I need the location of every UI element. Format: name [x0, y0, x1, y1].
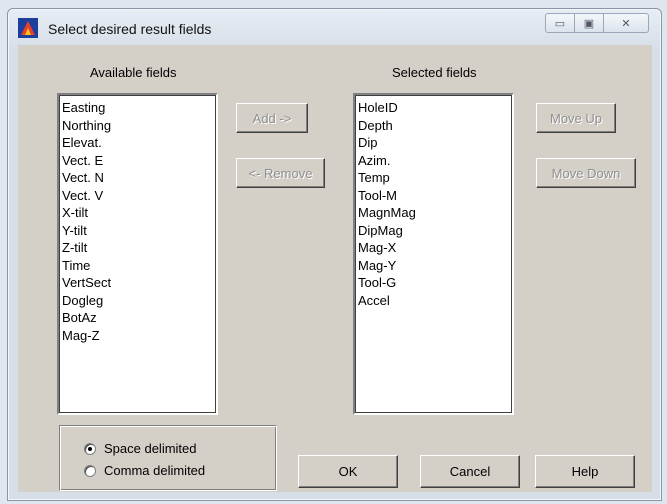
- maximize-button[interactable]: ▣: [574, 13, 604, 33]
- cancel-button[interactable]: Cancel: [420, 455, 520, 488]
- list-item[interactable]: Temp: [358, 169, 509, 187]
- list-item[interactable]: Mag-X: [358, 239, 509, 257]
- list-item[interactable]: Y-tilt: [62, 222, 213, 240]
- selected-fields-label: Selected fields: [392, 65, 477, 80]
- available-fields-label: Available fields: [90, 65, 177, 80]
- list-item[interactable]: Time: [62, 257, 213, 275]
- radio-space-delimited[interactable]: Space delimited: [84, 441, 197, 456]
- ok-button[interactable]: OK: [298, 455, 398, 488]
- list-item[interactable]: Dogleg: [62, 292, 213, 310]
- comma-delimited-label: Comma delimited: [104, 463, 206, 478]
- available-fields-list[interactable]: Easting Northing Elevat. Vect. E Vect. N Vect…: [57, 93, 218, 415]
- list-item[interactable]: Mag-Z: [62, 327, 213, 345]
- list-item[interactable]: Easting: [62, 99, 213, 117]
- help-button[interactable]: Help: [535, 455, 635, 488]
- list-item[interactable]: VertSect: [62, 274, 213, 292]
- remove-button[interactable]: <- Remove: [236, 158, 325, 188]
- list-item[interactable]: Mag-Y: [358, 257, 509, 275]
- list-item[interactable]: Dip: [358, 134, 509, 152]
- space-delimited-label: Space delimited: [104, 441, 197, 456]
- list-item[interactable]: HoleID: [358, 99, 509, 117]
- radio-button-checked[interactable]: [84, 442, 96, 455]
- list-item[interactable]: Northing: [62, 117, 213, 135]
- list-item[interactable]: Depth: [358, 117, 509, 135]
- list-item[interactable]: Elevat.: [62, 134, 213, 152]
- list-item[interactable]: Vect. N: [62, 169, 213, 187]
- list-item[interactable]: Z-tilt: [62, 239, 213, 257]
- delimiter-group: Space delimited Comma delimited: [59, 425, 277, 491]
- radio-button-unchecked[interactable]: [84, 464, 96, 477]
- close-icon: ✕: [621, 17, 631, 30]
- list-item[interactable]: X-tilt: [62, 204, 213, 222]
- list-item[interactable]: MagnMag: [358, 204, 509, 222]
- title-bar[interactable]: Select desired result fields ▭ ▣ ✕: [8, 9, 661, 45]
- minimize-icon: ▭: [554, 17, 566, 30]
- close-button[interactable]: ✕: [603, 13, 649, 33]
- caption-buttons: ▭ ▣ ✕: [545, 13, 649, 35]
- list-item[interactable]: Vect. E: [62, 152, 213, 170]
- list-item[interactable]: Tool-M: [358, 187, 509, 205]
- minimize-button[interactable]: ▭: [545, 13, 575, 33]
- dialog-window: Select desired result fields ▭ ▣ ✕ Avail…: [7, 8, 662, 501]
- list-item[interactable]: Azim.: [358, 152, 509, 170]
- selected-fields-list[interactable]: HoleID Depth Dip Azim. Temp Tool-M MagnMag DipM…: [353, 93, 514, 415]
- list-item[interactable]: Accel: [358, 292, 509, 310]
- radio-dot: [88, 446, 92, 451]
- maximize-icon: ▣: [583, 17, 595, 30]
- move-up-button[interactable]: Move Up: [536, 103, 616, 133]
- move-down-button[interactable]: Move Down: [536, 158, 636, 188]
- app-icon: [18, 18, 38, 38]
- list-item[interactable]: Tool-G: [358, 274, 509, 292]
- list-item[interactable]: Vect. V: [62, 187, 213, 205]
- dialog-client-area: Available fields Selected fields Easting…: [18, 45, 652, 492]
- radio-comma-delimited[interactable]: Comma delimited: [84, 463, 205, 478]
- dialog-title: Select desired result fields: [48, 21, 212, 37]
- list-item[interactable]: BotAz: [62, 309, 213, 327]
- list-item[interactable]: DipMag: [358, 222, 509, 240]
- add-button[interactable]: Add ->: [236, 103, 308, 133]
